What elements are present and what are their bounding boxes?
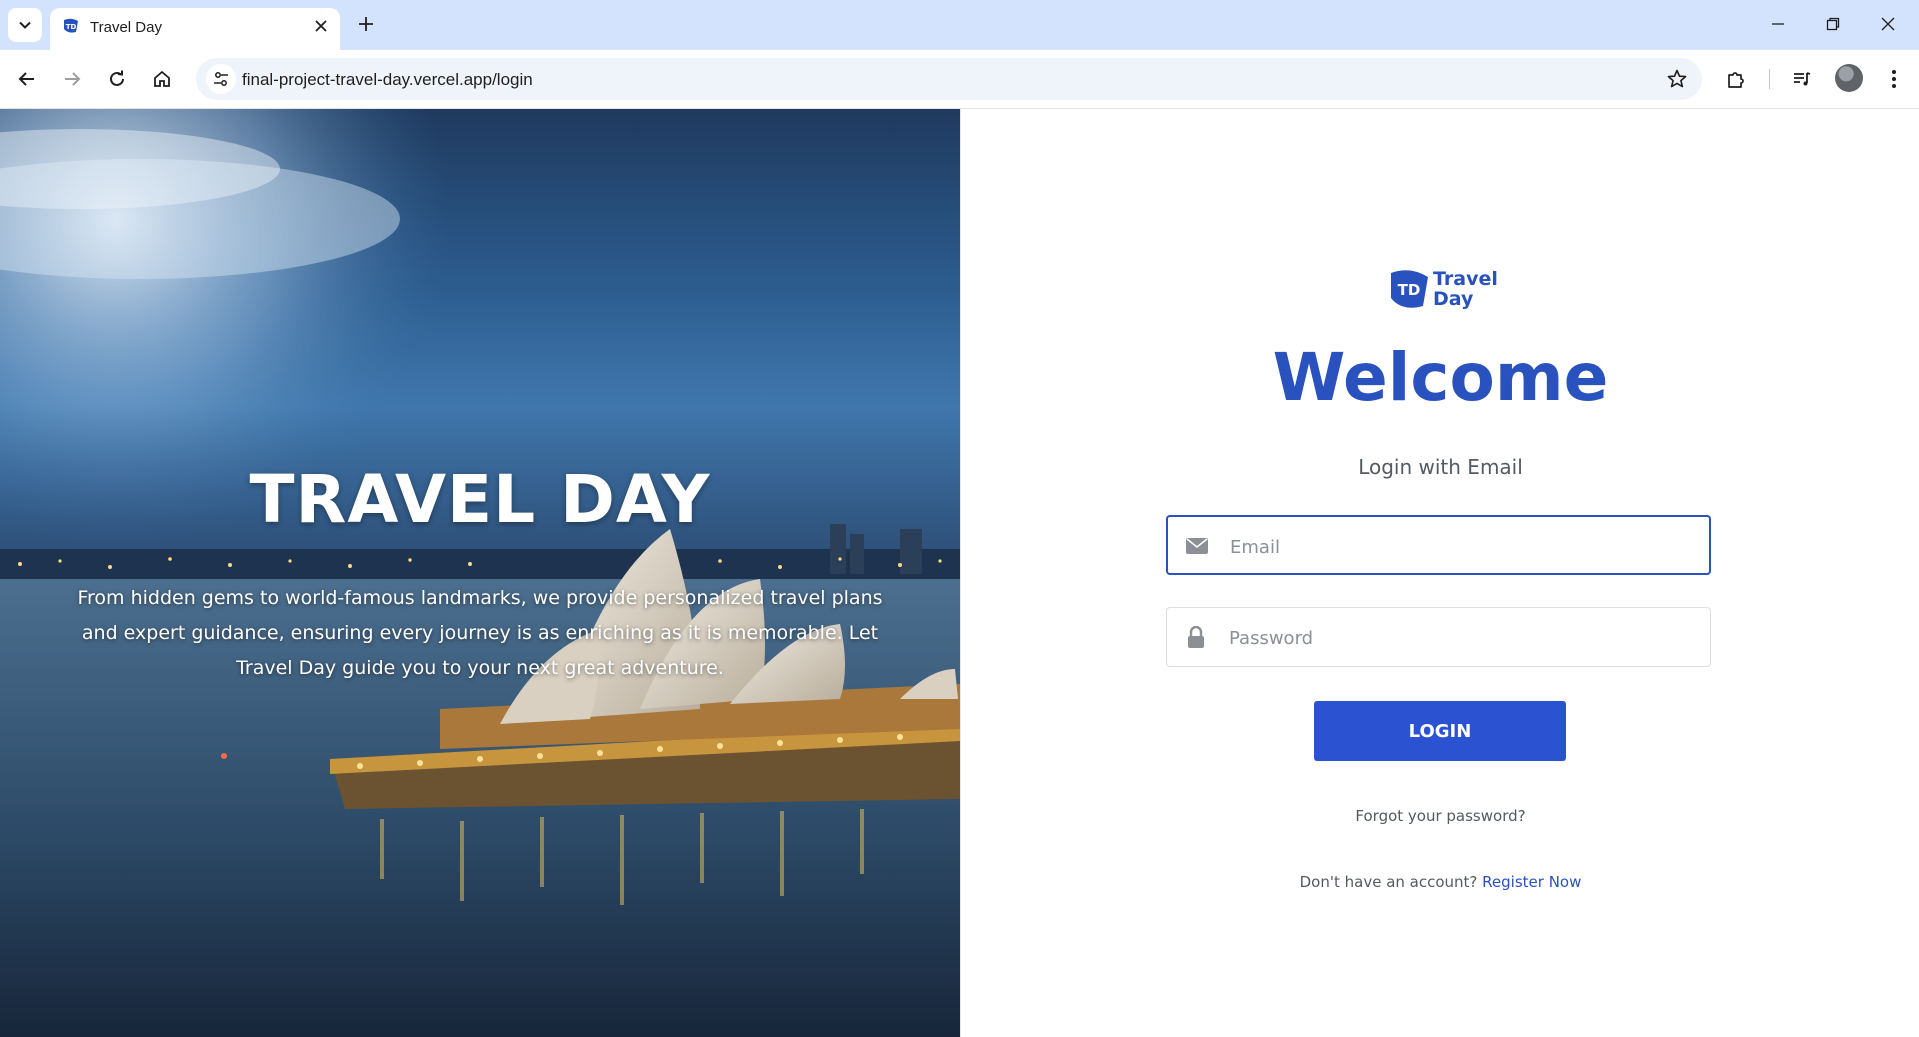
site-info-button[interactable] bbox=[206, 64, 236, 94]
login-button[interactable]: LOGIN bbox=[1314, 701, 1566, 761]
hero-title: TRAVEL DAY bbox=[249, 461, 711, 538]
brand-name-line2: Day bbox=[1433, 288, 1474, 310]
register-prompt-text: Don't have an account? bbox=[1299, 873, 1478, 891]
new-tab-button[interactable] bbox=[352, 10, 380, 38]
brand-name-line1: Travel bbox=[1433, 268, 1498, 290]
bookmark-button[interactable] bbox=[1662, 64, 1692, 94]
envelope-icon bbox=[1186, 535, 1208, 557]
password-field[interactable] bbox=[1166, 607, 1711, 667]
browser-menu-button[interactable] bbox=[1878, 63, 1910, 95]
close-icon bbox=[315, 20, 327, 32]
reload-button[interactable] bbox=[101, 63, 133, 95]
tune-icon bbox=[214, 72, 228, 86]
tab-close-button[interactable] bbox=[312, 17, 330, 35]
browser-tab[interactable]: TD Travel Day bbox=[50, 8, 340, 50]
email-input[interactable] bbox=[1228, 527, 1702, 567]
minimize-icon bbox=[1772, 23, 1784, 25]
brand-logo: TD Travel Day bbox=[1388, 266, 1498, 312]
svg-text:TD: TD bbox=[66, 23, 77, 31]
tab-title: Travel Day bbox=[90, 19, 162, 36]
restore-button[interactable] bbox=[1813, 8, 1853, 40]
travel-day-favicon-icon: TD bbox=[64, 18, 78, 33]
welcome-heading: Welcome bbox=[1272, 339, 1609, 416]
extensions-button[interactable] bbox=[1720, 63, 1752, 95]
tab-search-button[interactable] bbox=[8, 8, 42, 42]
register-prompt: Don't have an account? Register Now bbox=[961, 873, 1919, 891]
lock-icon bbox=[1185, 626, 1207, 648]
login-panel: TD Travel Day Welcome Login with Email L… bbox=[960, 109, 1919, 1037]
back-button[interactable] bbox=[11, 63, 43, 95]
forgot-password-link[interactable]: Forgot your password? bbox=[961, 807, 1919, 825]
home-icon bbox=[154, 70, 170, 87]
restore-icon bbox=[1826, 17, 1840, 31]
address-bar[interactable]: final-project-travel-day.vercel.app/logi… bbox=[196, 58, 1702, 100]
sydney-opera-house-illustration bbox=[0, 109, 960, 1037]
arrow-right-icon bbox=[65, 72, 81, 86]
logo-mark-text: TD bbox=[1398, 281, 1421, 299]
arrow-left-icon bbox=[18, 72, 34, 86]
media-controls-button[interactable] bbox=[1786, 63, 1818, 95]
home-button[interactable] bbox=[146, 63, 178, 95]
hero-description: From hidden gems to world-famous landmar… bbox=[77, 587, 883, 679]
puzzle-icon bbox=[1728, 72, 1744, 88]
toolbar-separator bbox=[1769, 69, 1770, 89]
password-input[interactable] bbox=[1227, 618, 1701, 658]
register-now-link[interactable]: Register Now bbox=[1482, 873, 1581, 891]
hero-image-panel: TRAVEL DAY From hidden gems to world-fam… bbox=[0, 109, 960, 1037]
forward-button[interactable] bbox=[56, 63, 88, 95]
close-window-button[interactable] bbox=[1868, 8, 1908, 40]
star-icon bbox=[1667, 69, 1687, 88]
plus-icon bbox=[359, 17, 373, 31]
reload-icon bbox=[110, 70, 124, 86]
url-text[interactable]: final-project-travel-day.vercel.app/logi… bbox=[242, 70, 533, 90]
close-icon bbox=[1881, 17, 1895, 31]
profile-avatar[interactable] bbox=[1835, 64, 1863, 92]
minimize-button[interactable] bbox=[1758, 8, 1798, 40]
email-field[interactable] bbox=[1166, 515, 1711, 575]
browser-tab-strip: TD Travel Day bbox=[0, 0, 1919, 50]
queue-music-icon bbox=[1794, 72, 1811, 86]
travel-day-logo-icon: TD bbox=[1391, 270, 1428, 308]
chevron-down-icon bbox=[19, 21, 31, 29]
login-subtitle: Login with Email bbox=[1358, 455, 1523, 479]
page-content: TRAVEL DAY From hidden gems to world-fam… bbox=[0, 109, 1919, 1037]
more-vert-icon bbox=[1892, 70, 1896, 88]
browser-toolbar: final-project-travel-day.vercel.app/logi… bbox=[0, 50, 1919, 109]
brand-name: Travel Day bbox=[1433, 269, 1498, 309]
